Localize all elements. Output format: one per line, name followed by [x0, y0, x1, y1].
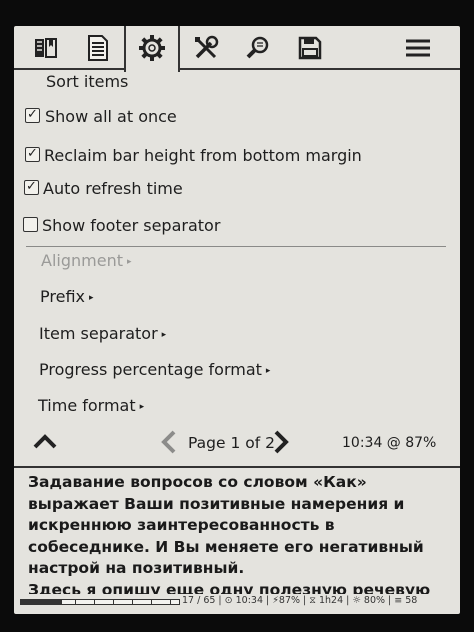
- submenu-arrow-icon: ▸: [126, 257, 132, 267]
- top-toolbar: [14, 26, 460, 72]
- submenu-label: Time format: [38, 396, 136, 415]
- book-page-text: Задавание вопросов со словом «Как» выраж…: [28, 473, 431, 599]
- bookmark-list-icon[interactable]: [28, 26, 64, 70]
- chapter-tick: [93, 600, 95, 604]
- chapter-tick: [131, 600, 133, 604]
- clock-battery-readout: 10:34 @ 87%: [342, 435, 437, 451]
- save-icon[interactable]: [292, 26, 328, 70]
- chapter-tick: [39, 600, 41, 604]
- checkbox[interactable]: ✓: [25, 147, 40, 162]
- submenu-arrow-icon: ▸: [139, 402, 145, 412]
- chapter-tick: [55, 600, 57, 604]
- chapter-tick: [112, 600, 114, 604]
- e-reader-screen: Sort items ✓ Show all at once ✓ Reclaim …: [14, 26, 460, 614]
- book-progress-bar: [20, 599, 180, 605]
- document-icon[interactable]: [80, 26, 116, 70]
- submenu-label: Prefix: [40, 287, 85, 306]
- chapter-tick: [169, 600, 171, 604]
- checkbox-label: Reclaim bar height from bottom margin: [44, 146, 362, 165]
- hamburger-menu-icon[interactable]: [400, 26, 436, 70]
- reader-status-bar: 17 / 65 | ⊙ 10:34 | ⚡87% | ⧖ 1h24 | ☼ 80…: [14, 594, 460, 610]
- page-indicator: Page 1 of 2: [188, 434, 275, 452]
- gear-icon[interactable]: [134, 26, 170, 70]
- chevron-right-icon[interactable]: [272, 430, 290, 458]
- status-text: 17 / 65 | ⊙ 10:34 | ⚡87% | ⧖ 1h24 | ☼ 80…: [182, 595, 418, 606]
- chevron-up-icon[interactable]: [32, 432, 58, 454]
- menu-bottom-border: [14, 466, 460, 468]
- chapter-tick: [150, 600, 152, 604]
- menu-pagination: Page 1 of 2 10:34 @ 87%: [14, 426, 460, 462]
- sort-items-label: Sort items: [46, 72, 129, 91]
- submenu-label: Item separator: [39, 324, 158, 343]
- checkbox[interactable]: ✓: [24, 180, 39, 195]
- submenu-label: Alignment: [41, 251, 123, 270]
- checkbox[interactable]: ✓: [25, 108, 40, 123]
- checkbox-label: Auto refresh time: [43, 179, 183, 198]
- checkbox-label: Show all at once: [45, 107, 177, 126]
- chevron-left-icon[interactable]: [160, 430, 178, 458]
- checkbox[interactable]: [23, 217, 38, 232]
- chapter-tick: [74, 600, 76, 604]
- submenu-label: Progress percentage format: [39, 360, 262, 379]
- submenu-arrow-icon: ▸: [88, 293, 94, 303]
- search-icon[interactable]: [240, 26, 276, 70]
- submenu-arrow-icon: ▸: [265, 366, 271, 376]
- tools-icon[interactable]: [188, 26, 224, 70]
- checkbox-label: Show footer separator: [42, 216, 221, 235]
- submenu-arrow-icon: ▸: [161, 330, 167, 340]
- menu-divider: [26, 246, 446, 247]
